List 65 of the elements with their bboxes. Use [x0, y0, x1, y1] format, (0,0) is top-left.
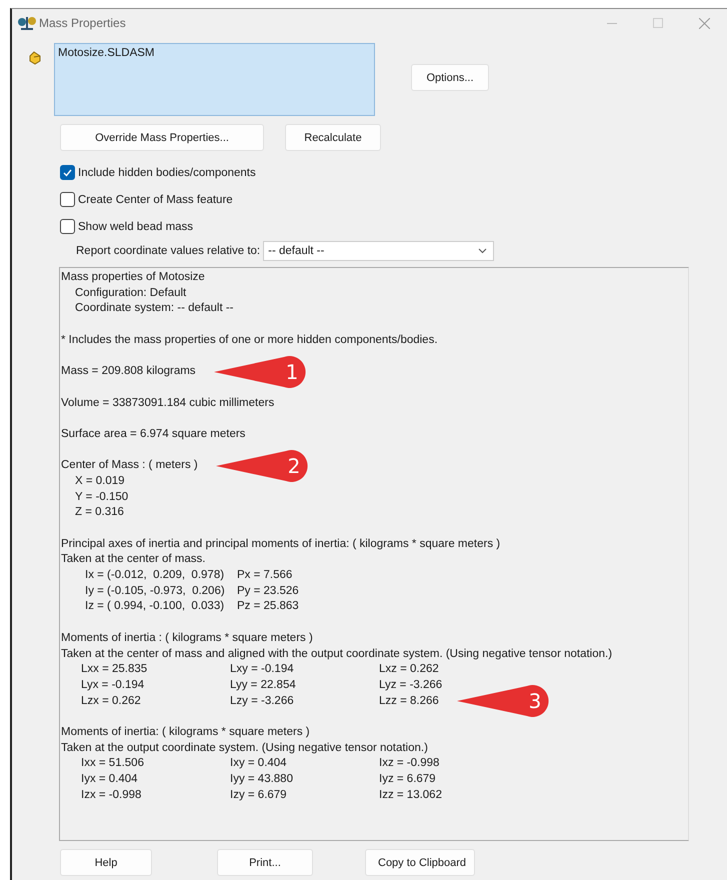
report-value: Izx = -0.998	[81, 788, 142, 803]
window-title: Mass Properties	[39, 16, 126, 30]
report-value: Lxx = 25.835	[81, 662, 148, 678]
report-line: Moments of inertia: ( kilograms * square meters )	[61, 724, 310, 740]
report-value: Lyx = -0.194	[81, 678, 146, 693]
dialog-button[interactable]: Help	[60, 849, 152, 876]
coordinate-dropdown[interactable]: -- default --	[263, 241, 494, 261]
report-line: Mass = 209.808 kilograms	[61, 364, 196, 380]
report-line: Taken at the output coordinate system. (Using negative tensor notation.)	[61, 740, 428, 756]
report-value: Ix = (-0.012, 0.209, 0.978)	[85, 568, 226, 584]
scale-icon	[18, 15, 36, 31]
check-icon	[63, 168, 72, 176]
dialog-button[interactable]: Copy to Clipboard	[365, 849, 475, 876]
report-line: Z = 0.316	[75, 505, 124, 520]
coordinate-label: Report coordinate values relative to:	[76, 245, 260, 257]
checkbox[interactable]	[60, 165, 75, 180]
report-line: Configuration: Default	[75, 286, 186, 301]
report-value: Ixz = -0.998	[379, 756, 440, 772]
report-value: Lzx = 0.262	[81, 694, 142, 709]
report-line: Center of Mass : ( meters )	[61, 458, 198, 474]
report-value: Iyx = 0.404	[81, 772, 139, 787]
selection-list[interactable]: Motosize.SLDASM	[54, 43, 375, 116]
override-button[interactable]: Override Mass Properties...	[60, 124, 264, 151]
report-value: Lzz = 8.266	[379, 694, 439, 709]
checkbox-label: Show weld bead mass	[78, 220, 194, 232]
report-value: Lxy = -0.194	[230, 662, 295, 678]
report-value: Pz = 25.863	[237, 599, 299, 614]
report-line: Principal axes of inertia and principal moments of inertia: ( kilograms * square meters )	[61, 536, 500, 552]
maximize-icon	[653, 18, 663, 28]
minimize-icon	[607, 22, 617, 24]
report-line: Moments of inertia : ( kilograms * square meters )	[61, 630, 313, 646]
report-line: Coordinate system: -- default --	[75, 301, 234, 316]
report-line: Surface area = 6.974 square meters	[61, 426, 246, 442]
report-line: * Includes the mass properties of one or more hidden components/bodies.	[61, 332, 438, 348]
report-value: Ixx = 51.506	[81, 756, 145, 772]
report-value: Iyz = 6.679	[379, 772, 437, 787]
part-icon	[28, 51, 42, 65]
checkbox-label: Include hidden bodies/components	[78, 166, 256, 178]
report-value: Izy = 6.679	[230, 788, 288, 803]
report-line: Mass properties of Motosize	[61, 270, 205, 285]
chevron-down-icon	[478, 248, 488, 254]
list-item[interactable]: Motosize.SLDASM	[58, 47, 371, 59]
close-icon	[698, 18, 710, 28]
report-line: Taken at the center of mass.	[61, 552, 206, 568]
options-button[interactable]: Options...	[411, 64, 489, 91]
dialog-button[interactable]: Print...	[217, 849, 313, 876]
report-line: Y = -0.150	[75, 490, 128, 505]
report-value: Lyy = 22.854	[230, 678, 297, 693]
report-line: Taken at the center of mass and aligned with the output coordinate system. (Using negative tensor notation.)	[61, 646, 612, 662]
report-value: Px = 7.566	[237, 568, 292, 584]
report-value: Iy = (-0.105, -0.973, 0.206)	[85, 584, 226, 599]
recalculate-button[interactable]: Recalculate	[285, 124, 381, 151]
report-value: Py = 23.526	[237, 584, 299, 599]
checkbox[interactable]	[60, 219, 75, 234]
report-value: Izz = 13.062	[379, 788, 443, 803]
report-value: Lyz = -3.266	[379, 678, 444, 693]
report-value: Ixy = 0.404	[230, 756, 288, 772]
report-value: Lxz = 0.262	[379, 662, 440, 678]
report-line: Volume = 33873091.184 cubic millimeters	[61, 396, 274, 410]
report-value: Iyy = 43.880	[230, 772, 294, 787]
checkbox[interactable]	[60, 192, 75, 207]
report-value: Iz = ( 0.994, -0.100, 0.033)	[85, 599, 226, 614]
report-line: X = 0.019	[75, 474, 125, 489]
checkbox-label: Create Center of Mass feature	[78, 194, 233, 206]
report-value: Lzy = -3.266	[230, 694, 295, 709]
